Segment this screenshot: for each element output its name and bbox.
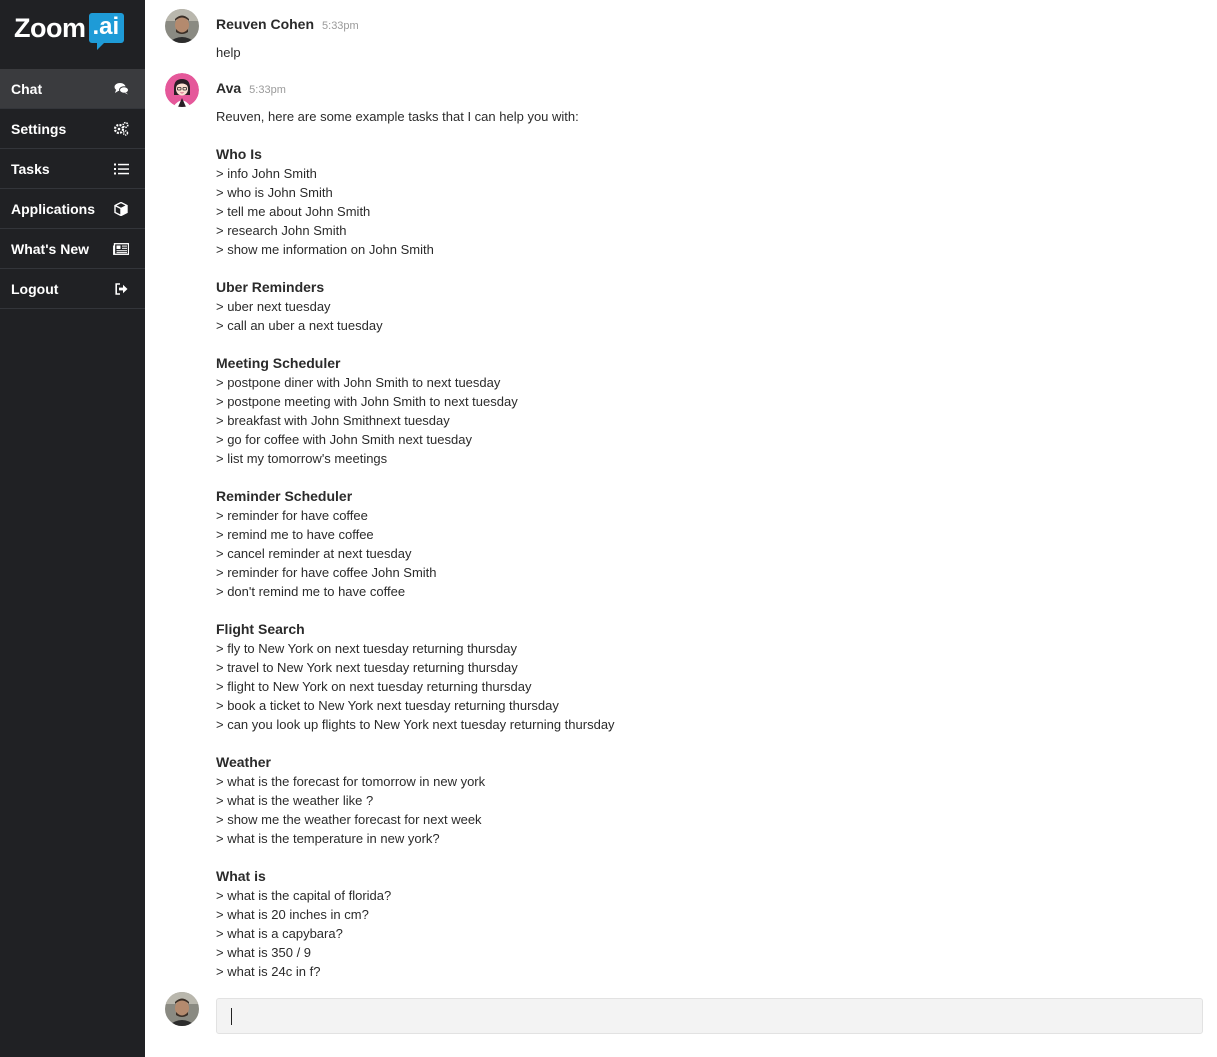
sender-name[interactable]: Reuven Cohen bbox=[216, 16, 314, 32]
section-title: What is bbox=[216, 868, 266, 884]
sidebar-item-tasks[interactable]: Tasks bbox=[0, 149, 145, 189]
user-message-text: help bbox=[216, 45, 241, 60]
ava-avatar bbox=[165, 73, 199, 107]
composer-user-avatar bbox=[165, 992, 199, 1026]
message-input[interactable] bbox=[216, 998, 1203, 1034]
ava-message-header: Ava 5:33pm bbox=[216, 80, 286, 96]
example-command: > uber next tuesday bbox=[216, 299, 331, 314]
example-command: > info John Smith bbox=[216, 166, 317, 181]
example-command: > what is the weather like ? bbox=[216, 793, 374, 808]
cube-icon bbox=[113, 201, 129, 217]
user-avatar bbox=[165, 9, 199, 43]
section-title: Meeting Scheduler bbox=[216, 355, 341, 371]
sidebar-item-label: Logout bbox=[11, 280, 59, 297]
logo-badge: .ai bbox=[88, 13, 125, 50]
sidebar-item-label: Tasks bbox=[11, 160, 50, 177]
example-command: > what is 350 / 9 bbox=[216, 945, 312, 960]
task-section: Flight Search > fly to New York on next t… bbox=[216, 620, 1116, 734]
task-section: Uber Reminders > uber next tuesday > call … bbox=[216, 278, 1116, 335]
logo-text: Zoom bbox=[14, 13, 86, 43]
example-command: > remind me to have coffee bbox=[216, 527, 374, 542]
sidebar-item-applications[interactable]: Applications bbox=[0, 189, 145, 229]
example-command: > can you look up flights to New York ne… bbox=[216, 717, 615, 732]
message-timestamp: 5:33pm bbox=[249, 84, 286, 96]
gears-icon bbox=[113, 121, 129, 137]
example-command: > go for coffee with John Smith next tue… bbox=[216, 432, 472, 447]
sidebar-item-label: What's New bbox=[11, 240, 90, 257]
example-command: > book a ticket to New York next tuesday… bbox=[216, 698, 559, 713]
example-command: > what is 24c in f? bbox=[216, 964, 321, 979]
task-section: Weather > what is the forecast for tomorr… bbox=[216, 753, 1116, 848]
example-command: > list my tomorrow's meetings bbox=[216, 451, 388, 466]
example-command: > call an uber a next tuesday bbox=[216, 318, 383, 333]
sidebar-item-settings[interactable]: Settings bbox=[0, 109, 145, 149]
example-command: > what is a capybara? bbox=[216, 926, 343, 941]
sign-out-icon bbox=[113, 281, 129, 297]
section-title: Who Is bbox=[216, 146, 262, 162]
example-command: > show me information on John Smith bbox=[216, 242, 434, 257]
task-section: Who Is > info John Smith > who is John Smi… bbox=[216, 145, 1116, 259]
example-command: > what is 20 inches in cm? bbox=[216, 907, 369, 922]
chat-bubbles-icon bbox=[113, 81, 129, 97]
section-title: Flight Search bbox=[216, 621, 305, 637]
example-command: > tell me about John Smith bbox=[216, 204, 371, 219]
section-title: Uber Reminders bbox=[216, 279, 325, 295]
sidebar-item-logout[interactable]: Logout bbox=[0, 269, 145, 309]
text-caret bbox=[231, 1008, 232, 1025]
task-section: Meeting Scheduler > postpone diner with J… bbox=[216, 354, 1116, 468]
example-command: > flight to New York on next tuesday ret… bbox=[216, 679, 532, 694]
example-command: > reminder for have coffee bbox=[216, 508, 368, 523]
ava-intro: Reuven, here are some example tasks that… bbox=[216, 109, 579, 124]
ava-message-text: Reuven, here are some example tasks that… bbox=[216, 107, 1116, 981]
list-icon bbox=[113, 161, 129, 177]
example-command: > research John Smith bbox=[216, 223, 347, 238]
sidebar-item-label: Chat bbox=[11, 80, 43, 97]
example-command: > fly to New York on next tuesday return… bbox=[216, 641, 517, 656]
example-command: > reminder for have coffee John Smith bbox=[216, 565, 437, 580]
example-command: > what is the forecast for tomorrow in n… bbox=[216, 774, 486, 789]
example-command: > cancel reminder at next tuesday bbox=[216, 546, 412, 561]
user-message-header: Reuven Cohen 5:33pm bbox=[216, 16, 359, 32]
example-command: > travel to New York next tuesday return… bbox=[216, 660, 518, 675]
example-command: > breakfast with John Smithnext tuesday bbox=[216, 413, 450, 428]
sidebar-item-label: Settings bbox=[11, 120, 67, 137]
sidebar-item-whats-new[interactable]: What's New bbox=[0, 229, 145, 269]
example-command: > don't remind me to have coffee bbox=[216, 584, 406, 599]
message-timestamp: 5:33pm bbox=[322, 20, 359, 32]
example-command: > postpone meeting with John Smith to ne… bbox=[216, 394, 518, 409]
example-command: > show me the weather forecast for next … bbox=[216, 812, 482, 827]
task-section: Reminder Scheduler > reminder for have co… bbox=[216, 487, 1116, 601]
task-section: What is > what is the capital of florida?… bbox=[216, 867, 1116, 981]
sidebar: Zoom .ai Chat Settings Tasks Application… bbox=[0, 0, 145, 1057]
example-command: > what is the temperature in new york? bbox=[216, 831, 440, 846]
newspaper-icon bbox=[113, 241, 129, 257]
example-command: > what is the capital of florida? bbox=[216, 888, 392, 903]
section-title: Weather bbox=[216, 754, 271, 770]
example-command: > postpone diner with John Smith to next… bbox=[216, 375, 501, 390]
sidebar-item-label: Applications bbox=[11, 200, 96, 217]
example-command: > who is John Smith bbox=[216, 185, 333, 200]
section-title: Reminder Scheduler bbox=[216, 488, 353, 504]
sidebar-item-chat[interactable]: Chat bbox=[0, 69, 145, 109]
sender-name[interactable]: Ava bbox=[216, 80, 241, 96]
zoom-ai-logo[interactable]: Zoom .ai bbox=[14, 12, 125, 52]
sidebar-nav: Chat Settings Tasks Applications What's … bbox=[0, 69, 145, 309]
task-sections: Who Is > info John Smith > who is John Smi… bbox=[216, 145, 1116, 981]
